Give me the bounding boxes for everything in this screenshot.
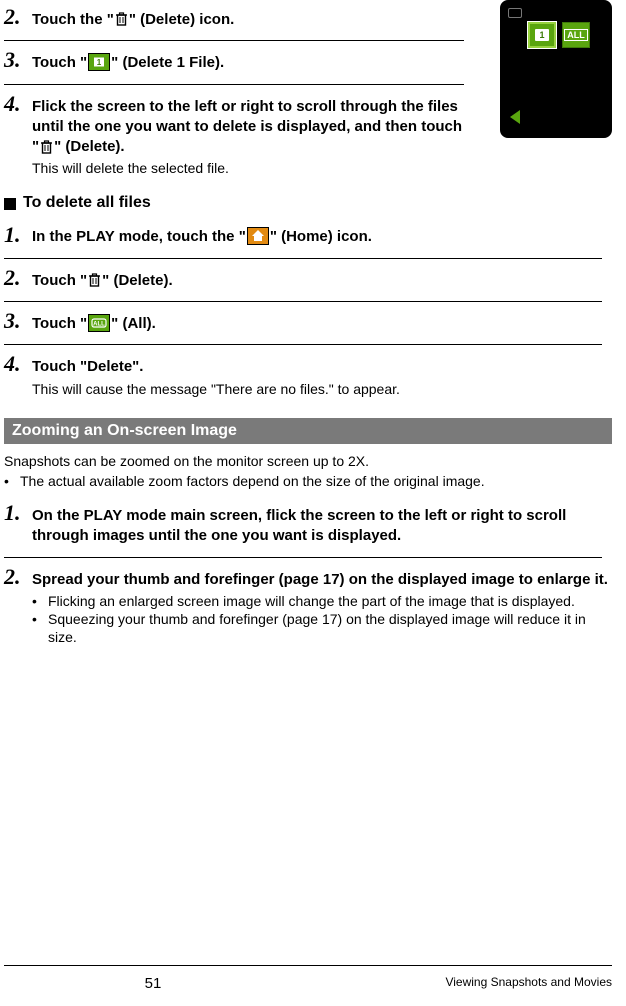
delete-all-button-illustration: ALL [562, 22, 590, 48]
step-all-2: 2. Touch " " (Delete). [4, 261, 612, 297]
bullet-text: Squeezing your thumb and forefinger (pag… [48, 610, 612, 646]
step-text: Flick the screen to the left or right to… [32, 97, 464, 158]
back-arrow-icon [510, 110, 520, 124]
step-number: 1. [4, 500, 32, 526]
step-text: Touch " ALL " (All). [32, 314, 612, 334]
text: " (Home) icon. [270, 229, 372, 246]
step-text: Spread your thumb and forefinger (page 1… [32, 570, 612, 590]
text: " (Delete). [54, 138, 124, 155]
divider [4, 258, 602, 259]
text: " (Delete). [102, 272, 172, 289]
chapter-title: Viewing Snapshots and Movies [306, 975, 612, 992]
bullet-dot: • [32, 610, 48, 646]
step-bullet: • Squeezing your thumb and forefinger (p… [32, 610, 612, 646]
home-icon [247, 226, 269, 246]
step-text: In the PLAY mode, touch the " " (Home) ic… [32, 227, 612, 247]
footer-divider [4, 965, 612, 966]
step-delete-3: 3. Touch " 1 " (Delete 1 File). [4, 43, 464, 79]
device-buttons: 1 ALL [528, 22, 590, 48]
text: " [32, 138, 39, 155]
step-number: 4. [4, 91, 32, 117]
delete-one-icon: 1 [88, 52, 110, 72]
step-text: Touch " " (Delete). [32, 271, 612, 291]
text: " (Delete 1 File). [111, 54, 224, 71]
step-text: On the PLAY mode main screen, flick the … [32, 506, 612, 547]
step-zoom-2: 2. Spread your thumb and forefinger (pag… [4, 560, 612, 661]
step-note: This will cause the message "There are n… [32, 380, 612, 398]
intro-text: Snapshots can be zoomed on the monitor s… [4, 452, 612, 470]
step-all-1: 1. In the PLAY mode, touch the " " (Home)… [4, 218, 612, 254]
text: Touch " [32, 272, 87, 289]
step-all-3: 3. Touch " ALL " (All). [4, 304, 612, 340]
divider [4, 557, 602, 558]
text: Flick the screen to the left or right to… [32, 98, 462, 135]
intro-bullet: • The actual available zoom factors depe… [4, 472, 612, 490]
all-icon: ALL [88, 313, 110, 333]
divider [4, 84, 464, 85]
step-number: 3. [4, 308, 32, 334]
step-number: 4. [4, 351, 32, 377]
page-number: 51 [0, 975, 306, 992]
subheading-to-delete-all: To delete all files [4, 194, 612, 212]
divider [4, 344, 602, 345]
text: Touch " [32, 54, 87, 71]
step-number: 1. [4, 222, 32, 248]
square-bullet-icon [4, 198, 16, 210]
step-text: Touch the " " (Delete) icon. [32, 10, 464, 30]
bullet-text: The actual available zoom factors depend… [20, 472, 485, 490]
step-number: 2. [4, 4, 32, 30]
divider [4, 40, 464, 41]
bullet-text: Flicking an enlarged screen image will c… [48, 592, 575, 610]
svg-text:ALL: ALL [93, 321, 105, 327]
trash-icon [115, 9, 128, 29]
text: Touch " [32, 315, 87, 332]
step-note: This will delete the selected file. [32, 159, 464, 177]
delete-one-button-illustration: 1 [528, 22, 556, 48]
camera-illustration: 1 ALL [500, 0, 612, 138]
svg-text:1: 1 [97, 58, 102, 67]
step-text: Touch " 1 " (Delete 1 File). [32, 53, 464, 73]
text: In the PLAY mode, touch the " [32, 229, 246, 246]
text: Touch the " [32, 11, 114, 28]
all-icon: ALL [564, 29, 588, 41]
bullet-dot: • [4, 472, 20, 490]
page-footer: 51 Viewing Snapshots and Movies [0, 975, 612, 992]
step-delete-4: 4. Flick the screen to the left or right… [4, 87, 464, 184]
divider [4, 301, 602, 302]
step-delete-2: 2. Touch the " " (Delete) icon. [4, 0, 464, 36]
one-icon: 1 [535, 29, 549, 41]
trash-icon [40, 136, 53, 156]
step-number: 2. [4, 564, 32, 590]
step-all-4: 4. Touch "Delete". This will cause the m… [4, 347, 612, 403]
subheading-text: To delete all files [23, 194, 151, 212]
step-number: 3. [4, 47, 32, 73]
device-dial [508, 8, 522, 18]
step-bullet: • Flicking an enlarged screen image will… [32, 592, 612, 610]
text: " (Delete) icon. [129, 11, 234, 28]
trash-icon [88, 270, 101, 290]
bullet-dot: • [32, 592, 48, 610]
step-number: 2. [4, 265, 32, 291]
step-text: Touch "Delete". [32, 357, 612, 377]
text: " (All). [111, 315, 156, 332]
step-zoom-1: 1. On the PLAY mode main screen, flick t… [4, 496, 612, 553]
section-heading-zoom: Zooming an On-screen Image [4, 418, 612, 444]
